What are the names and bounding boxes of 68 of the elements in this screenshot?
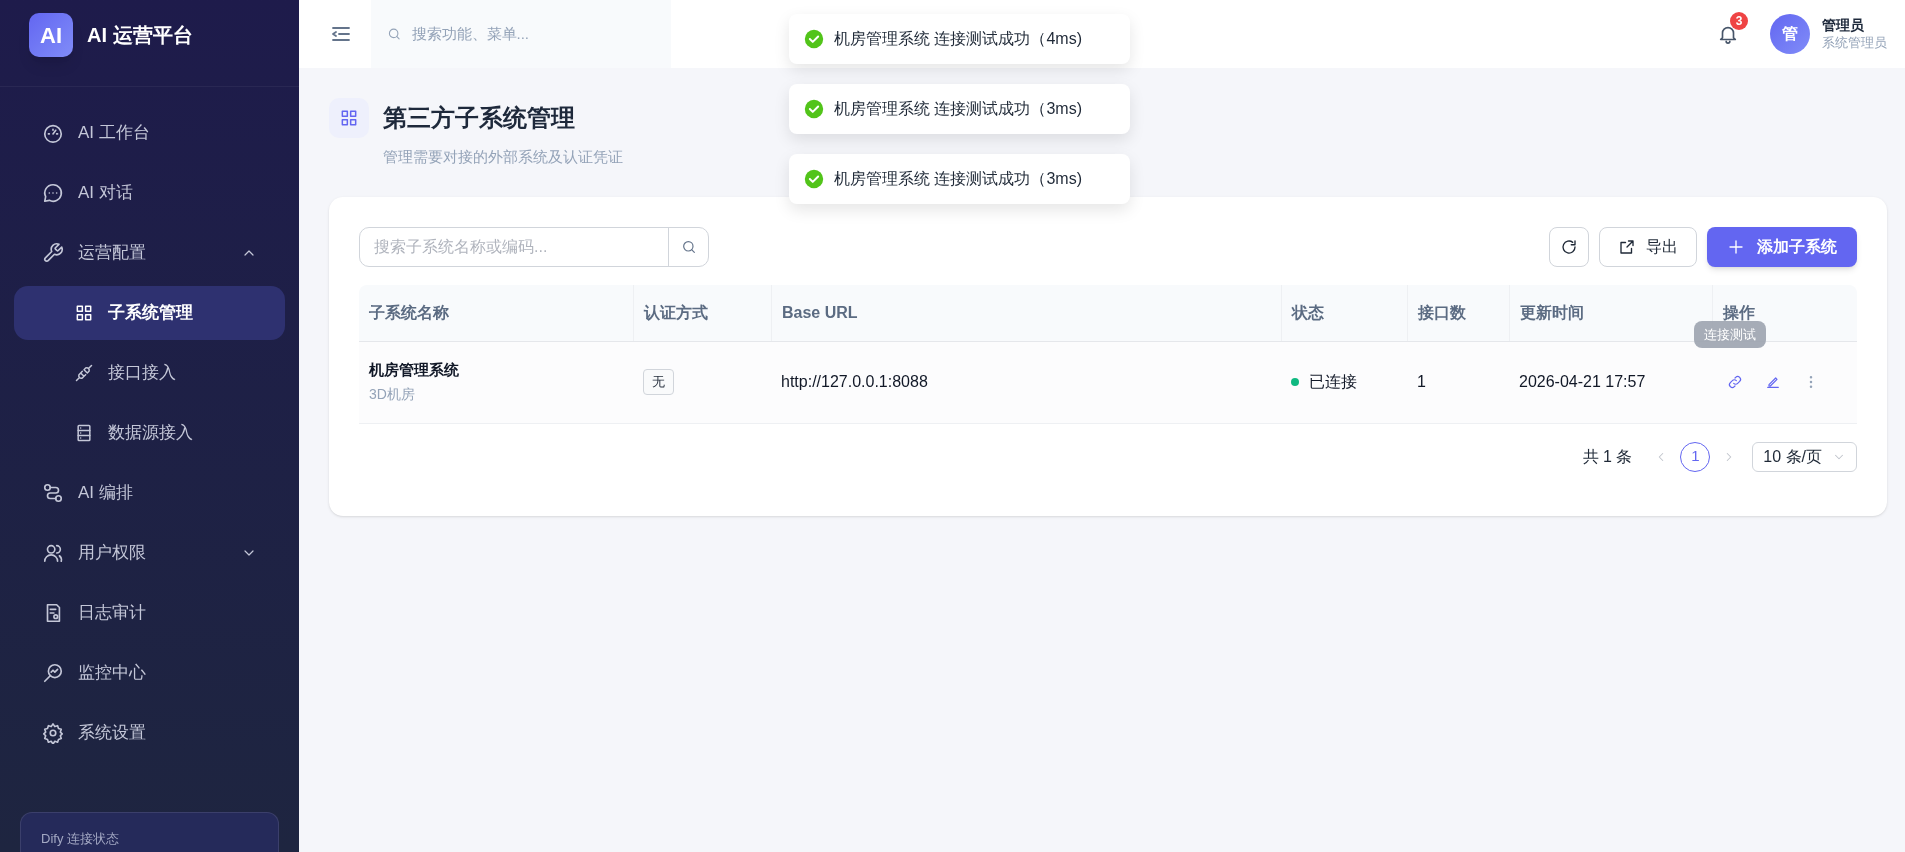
- column-header: 子系统名称: [369, 302, 449, 323]
- sidebar-subitem[interactable]: 数据源接入: [14, 406, 285, 460]
- sidebar-item[interactable]: AI 对话: [14, 166, 285, 220]
- search-bar[interactable]: 搜索功能、菜单...: [371, 0, 671, 68]
- success-check-icon: [804, 169, 824, 189]
- total-count: 共 1 条: [1582, 446, 1633, 467]
- toast-message: 机房管理系统 连接测试成功（3ms): [789, 154, 1130, 204]
- notification-badge: 3: [1730, 12, 1748, 30]
- page-size-select[interactable]: 10 条/页: [1752, 441, 1857, 472]
- chat-bubble-icon: [42, 182, 64, 204]
- column-header: 认证方式: [644, 302, 708, 323]
- magnifier-chart-icon: [42, 662, 64, 684]
- column-header: 接口数: [1418, 302, 1466, 323]
- link-icon: [1727, 374, 1743, 390]
- column-header: 操作: [1723, 302, 1755, 323]
- user-name: 管理员: [1822, 17, 1865, 35]
- sidebar-item[interactable]: AI 工作台: [14, 106, 285, 160]
- user-role: 系统管理员: [1822, 34, 1887, 51]
- user-avatar: 管: [1770, 14, 1810, 54]
- sidebar-item[interactable]: 系统设置: [14, 706, 285, 760]
- gauge-icon: [42, 122, 64, 144]
- column-header: Base URL: [782, 302, 858, 323]
- refresh-icon: [1560, 237, 1578, 256]
- grid-icon: [339, 108, 359, 128]
- table-search-bar[interactable]: 搜索子系统名称或编码...: [359, 226, 709, 267]
- search-input[interactable]: 搜索功能、菜单...: [411, 22, 655, 46]
- pencil-icon: [1765, 374, 1781, 390]
- table-cell-text: 3D机房: [369, 384, 416, 404]
- page-title: 第三方子系统管理: [383, 103, 576, 133]
- sidebar-item[interactable]: 运营配置: [14, 226, 285, 280]
- wrench-icon: [42, 242, 64, 264]
- sidebar-subitem[interactable]: 接口接入: [14, 346, 285, 400]
- sidebar-item[interactable]: 用户权限: [14, 526, 285, 580]
- auth-tag: 无: [643, 369, 674, 395]
- search-icon: [387, 26, 402, 42]
- sidebar-item[interactable]: AI 编排: [14, 466, 285, 520]
- column-header: 更新时间: [1520, 302, 1584, 323]
- users-icon: [42, 542, 64, 564]
- workflow-icon: [42, 482, 64, 504]
- search-input[interactable]: 搜索子系统名称或编码...: [360, 227, 668, 266]
- app-title: AI 运营平台: [87, 23, 193, 48]
- database-list-icon: [74, 423, 94, 443]
- success-check-icon: [804, 29, 824, 49]
- plug-icon: [74, 363, 94, 383]
- add-subsystem-button[interactable]: 添加子系统: [1707, 226, 1857, 267]
- settings-icon: [42, 722, 64, 744]
- logo: AI: [29, 13, 73, 57]
- tooltip: 连接测试: [1694, 320, 1766, 348]
- table-cell-text: 机房管理系统: [369, 360, 460, 381]
- sidebar-item[interactable]: 监控中心: [14, 646, 285, 700]
- success-check-icon: [804, 99, 824, 119]
- status-text: 已连接: [1309, 372, 1357, 392]
- plus-icon: [1727, 237, 1745, 256]
- table-cell-text: 1: [1417, 372, 1426, 392]
- table-cell-text: 2026-04-21 17:57: [1519, 372, 1646, 392]
- toast-message: 机房管理系统 连接测试成功（4ms): [789, 14, 1130, 64]
- grid-icon: [74, 303, 94, 323]
- export-button[interactable]: 导出: [1599, 226, 1697, 267]
- sidebar-subitem[interactable]: 子系统管理: [14, 286, 285, 340]
- toast-message: 机房管理系统 连接测试成功（3ms): [789, 84, 1130, 134]
- sidebar-item[interactable]: 日志审计: [14, 586, 285, 640]
- table-cell-text: http://127.0.0.1:8088: [781, 372, 928, 392]
- export-icon: [1618, 237, 1636, 256]
- page-subtitle: 管理需要对接的外部系统及认证凭证: [383, 147, 623, 167]
- search-icon: [680, 238, 697, 255]
- column-header: 状态: [1292, 302, 1324, 323]
- refresh-button[interactable]: [1549, 226, 1589, 267]
- status-label: Dify 连接状态: [41, 830, 120, 848]
